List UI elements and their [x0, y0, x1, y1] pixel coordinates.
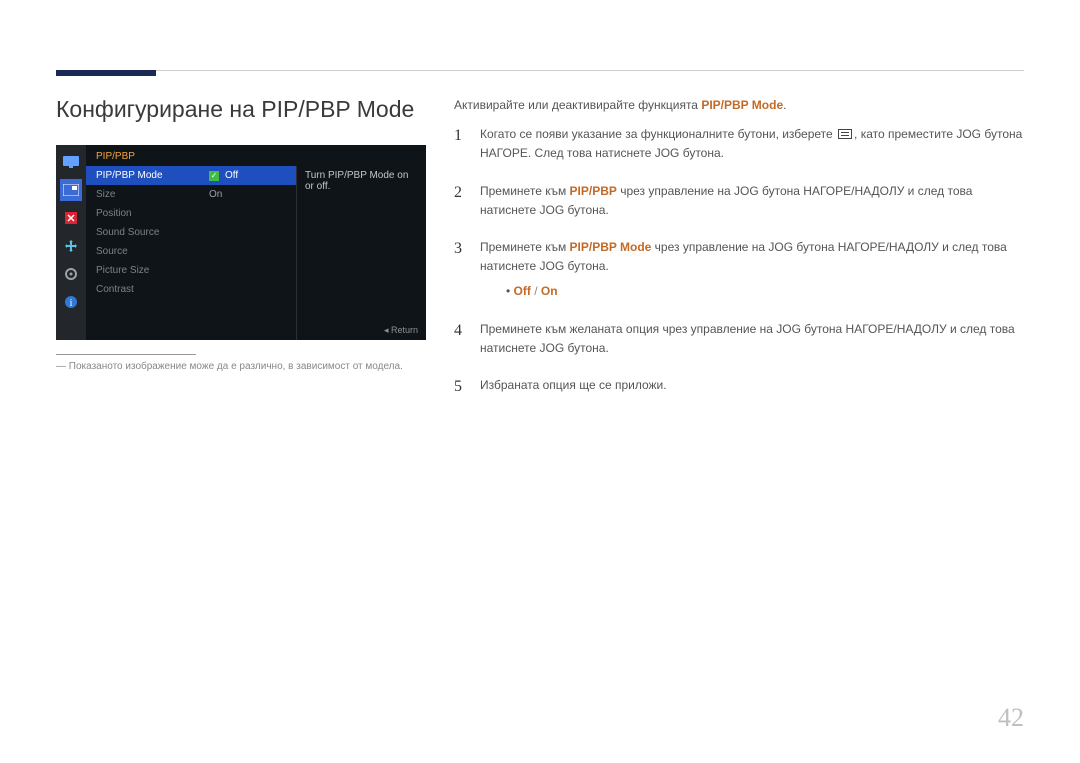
info-icon: i — [60, 291, 82, 313]
footnote-text: ― Показаното изображение може да е разли… — [56, 361, 426, 372]
intro-suffix: . — [783, 98, 786, 112]
osd-item-mode: PIP/PBP Mode — [86, 166, 201, 185]
osd-menu-list: PIP/PBP Mode Size Position Sound Source … — [86, 166, 201, 340]
step1-text-a: Когато се появи указание за функционални… — [480, 127, 836, 141]
step2-em: PIP/PBP — [570, 184, 617, 198]
step2-text-a: Преминете към — [480, 184, 570, 198]
step-4: Преминете към желаната опция чрез управл… — [454, 320, 1024, 358]
osd-description: Turn PIP/PBP Mode on or off. — [296, 166, 426, 340]
osd-item-picsize: Picture Size — [86, 261, 201, 280]
step3-text-a: Преминете към — [480, 240, 570, 254]
osd-option-off-label: Off — [225, 170, 238, 181]
bullet-on: On — [541, 284, 558, 298]
osd-main: PIP/PBP PIP/PBP Mode Size Position Sound… — [86, 145, 426, 340]
intro-prefix: Активирайте или деактивирайте функцията — [454, 98, 701, 112]
page-title: Конфигуриране на PIP/PBP Mode — [56, 96, 426, 123]
step-5: Избраната опция ще се приложи. — [454, 376, 1024, 395]
osd-item-contrast: Contrast — [86, 280, 201, 299]
steps-list: Когато се появи указание за функционални… — [454, 125, 1024, 395]
content: Конфигуриране на PIP/PBP Mode — [56, 96, 1024, 413]
intro-line: Активирайте или деактивирайте функцията … — [454, 96, 1024, 115]
osd-option-off: ✓ Off — [201, 166, 296, 185]
check-icon: ✓ — [209, 171, 219, 181]
osd-item-sound: Sound Source — [86, 223, 201, 242]
svg-text:i: i — [70, 298, 73, 309]
osd-option-on-label: On — [209, 189, 222, 200]
step3-em: PIP/PBP Mode — [570, 240, 652, 254]
osd-icon-column: i — [56, 145, 86, 340]
footnote-divider — [56, 354, 196, 355]
gear-icon — [60, 263, 82, 285]
step-3: Преминете към PIP/PBP Mode чрез управлен… — [454, 238, 1024, 302]
osd-option-on: On — [201, 185, 296, 204]
bullet-off: Off — [514, 284, 531, 298]
left-column: Конфигуриране на PIP/PBP Mode — [56, 96, 426, 413]
top-rule-accent — [56, 70, 156, 76]
bullet-slash: / — [531, 284, 541, 298]
pip-icon — [60, 179, 82, 201]
page-number: 42 — [998, 703, 1024, 733]
step-2: Преминете към PIP/PBP чрез управление на… — [454, 182, 1024, 220]
menu-icon — [838, 129, 852, 139]
right-column: Активирайте или деактивирайте функцията … — [454, 96, 1024, 413]
osd-screenshot: i PIP/PBP PIP/PBP Mode Size Position Sou… — [56, 145, 426, 340]
osd-header: PIP/PBP — [86, 145, 426, 166]
osd-item-position: Position — [86, 204, 201, 223]
close-icon — [60, 207, 82, 229]
monitor-icon — [60, 151, 82, 173]
step3-bullet: Off / On — [506, 282, 1024, 301]
move-icon — [60, 235, 82, 257]
osd-return-label: Return — [384, 325, 418, 336]
osd-item-source: Source — [86, 242, 201, 261]
top-rule — [56, 70, 1024, 71]
osd-option-list: ✓ Off On — [201, 166, 296, 340]
intro-em: PIP/PBP Mode — [701, 98, 783, 112]
step-1: Когато се появи указание за функционални… — [454, 125, 1024, 163]
osd-item-size: Size — [86, 185, 201, 204]
osd-body: PIP/PBP Mode Size Position Sound Source … — [86, 166, 426, 340]
